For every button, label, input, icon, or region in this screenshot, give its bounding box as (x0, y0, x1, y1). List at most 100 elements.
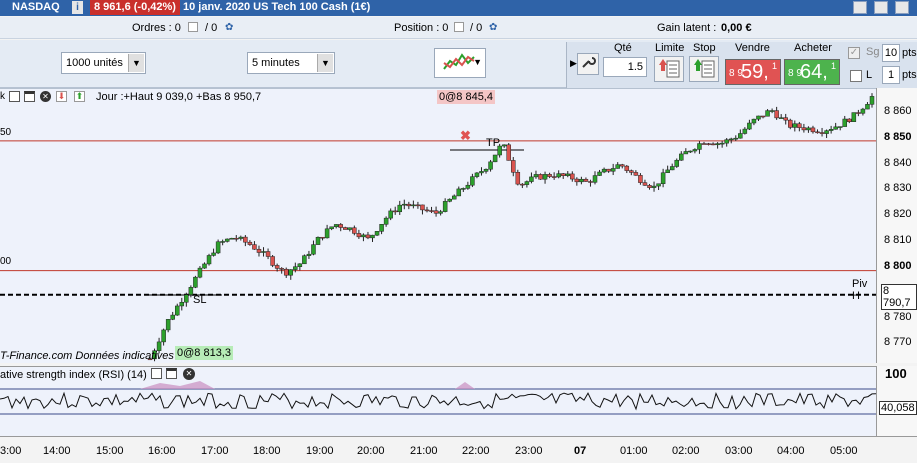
candle-body (270, 256, 275, 266)
time-axis: 3:00 14:00 15:00 16:00 17:00 18:00 19:00… (0, 436, 917, 463)
info-row: Ordres : 0 / 0 ✿ Position : 0 / 0 ✿ Gain… (0, 17, 917, 39)
candle-body (238, 236, 244, 239)
candle-body (324, 228, 330, 239)
arrow-down-icon[interactable]: ⬇ (56, 91, 67, 102)
candle-body (311, 244, 316, 255)
candle-body (642, 182, 648, 186)
candle-body (824, 130, 829, 134)
candle-body (411, 204, 416, 207)
window-icon[interactable] (166, 368, 177, 379)
x-tick-date: 07 (574, 445, 587, 457)
minimize-icon[interactable] (853, 1, 867, 14)
x-tick: 21:00 (410, 445, 438, 457)
qty-input[interactable]: 1.5 (603, 57, 647, 77)
price-change-badge: 8 961,6 (-0,42%) (90, 0, 180, 15)
candle-body (869, 96, 875, 105)
candle-body (579, 178, 584, 183)
candle-body (447, 198, 452, 202)
candle-body (193, 276, 198, 288)
close-icon[interactable]: ✕ (40, 91, 51, 102)
chevron-down-icon[interactable]: ▼ (473, 57, 482, 67)
sg-label: Sg (866, 46, 880, 58)
candle-body (515, 172, 521, 185)
top-order-badge[interactable]: 0@8 845,4 (437, 90, 495, 104)
gain-label: Gain latent : (657, 22, 717, 34)
candle-body (265, 251, 271, 257)
pts2-input[interactable]: 1 (882, 66, 900, 84)
candle-body (279, 268, 284, 270)
sg-checkbox[interactable]: ✓ (848, 47, 860, 59)
l-checkbox[interactable] (850, 70, 862, 82)
candle-body (379, 224, 384, 232)
pts1-input[interactable]: 10 (882, 44, 900, 62)
buy-button[interactable]: 8 9 64, 1 (784, 59, 840, 85)
candle-body (415, 204, 421, 207)
candle-body (551, 176, 557, 178)
candle-body (756, 115, 761, 120)
candle-body (361, 234, 366, 238)
candle-body (470, 176, 475, 186)
maximize-icon[interactable] (874, 1, 888, 14)
candle-body (333, 224, 339, 228)
chevron-down-icon[interactable]: ▼ (317, 54, 333, 72)
timeframe-select[interactable]: 5 minutes ▼ (247, 52, 335, 74)
chart-type-button[interactable]: ▼ (434, 48, 486, 78)
orders-checkbox[interactable] (188, 22, 198, 32)
candle-body (697, 143, 702, 150)
candle-body (733, 137, 739, 140)
arrow-up-icon[interactable]: ⬆ (74, 91, 85, 102)
stop-order-button[interactable] (689, 56, 719, 82)
candle-body (669, 166, 675, 171)
candle-body (542, 174, 548, 180)
rsi-overbought-area (140, 381, 215, 389)
candle-body (769, 110, 775, 112)
rsi-100-label: 100 (885, 366, 907, 381)
info-icon[interactable]: i (72, 1, 83, 14)
candle-body (565, 173, 571, 176)
bottom-order-badge[interactable]: 0@8 813,3 (175, 346, 233, 360)
candle-body (283, 268, 289, 276)
candle-body (742, 128, 748, 134)
candle-body (306, 253, 312, 256)
settings-icon[interactable]: ✿ (225, 22, 233, 33)
rsi-overbought-area (455, 382, 475, 389)
price-chart[interactable]: ✖ k ✕ ⬇ ⬆ Jour :+Haut 9 039,0 +Bas 8 950… (0, 88, 876, 363)
window-icon[interactable] (24, 91, 35, 102)
candle-body (451, 195, 457, 200)
limit-order-button[interactable] (654, 56, 684, 82)
candle-body (701, 143, 707, 145)
x-tick: 02:00 (672, 445, 700, 457)
candle-body (751, 118, 757, 124)
stop-order-icon (694, 59, 715, 78)
candle-body (665, 169, 670, 174)
wrench-icon[interactable] (151, 368, 162, 379)
candle-body (856, 112, 861, 114)
units-select[interactable]: 1000 unités ▼ (61, 52, 146, 74)
rsi-panel[interactable]: ative strength index (RSI) (14) ✕ (0, 366, 876, 436)
settings-icon[interactable]: ✿ (489, 22, 497, 33)
sell-button[interactable]: 8 9 59, 1 (725, 59, 781, 85)
candle-body (215, 241, 221, 254)
collapse-arrow-icon[interactable]: ▶ (570, 58, 577, 69)
candle-body (765, 110, 770, 117)
close-icon[interactable]: ✕ (183, 368, 195, 380)
candle-body (806, 127, 811, 131)
chevron-down-icon[interactable]: ▼ (128, 54, 144, 72)
rsi-axis: 100 40,058 (876, 366, 917, 436)
candle-body (501, 144, 507, 147)
sl-label: SL (193, 294, 207, 306)
candle-body (847, 118, 852, 122)
candle-body (184, 294, 189, 303)
candle-body (429, 210, 434, 212)
position-checkbox[interactable] (454, 22, 464, 32)
candle-body (170, 314, 175, 320)
candle-body (442, 201, 448, 212)
buy-price-decimal: 1 (831, 61, 837, 71)
candle-body (492, 154, 498, 163)
candle-body (828, 129, 834, 131)
candle-body (347, 227, 353, 230)
wrench-icon[interactable] (577, 53, 599, 75)
wrench-icon[interactable] (9, 91, 20, 102)
close-icon[interactable] (895, 1, 909, 14)
rsi-line (0, 391, 876, 411)
